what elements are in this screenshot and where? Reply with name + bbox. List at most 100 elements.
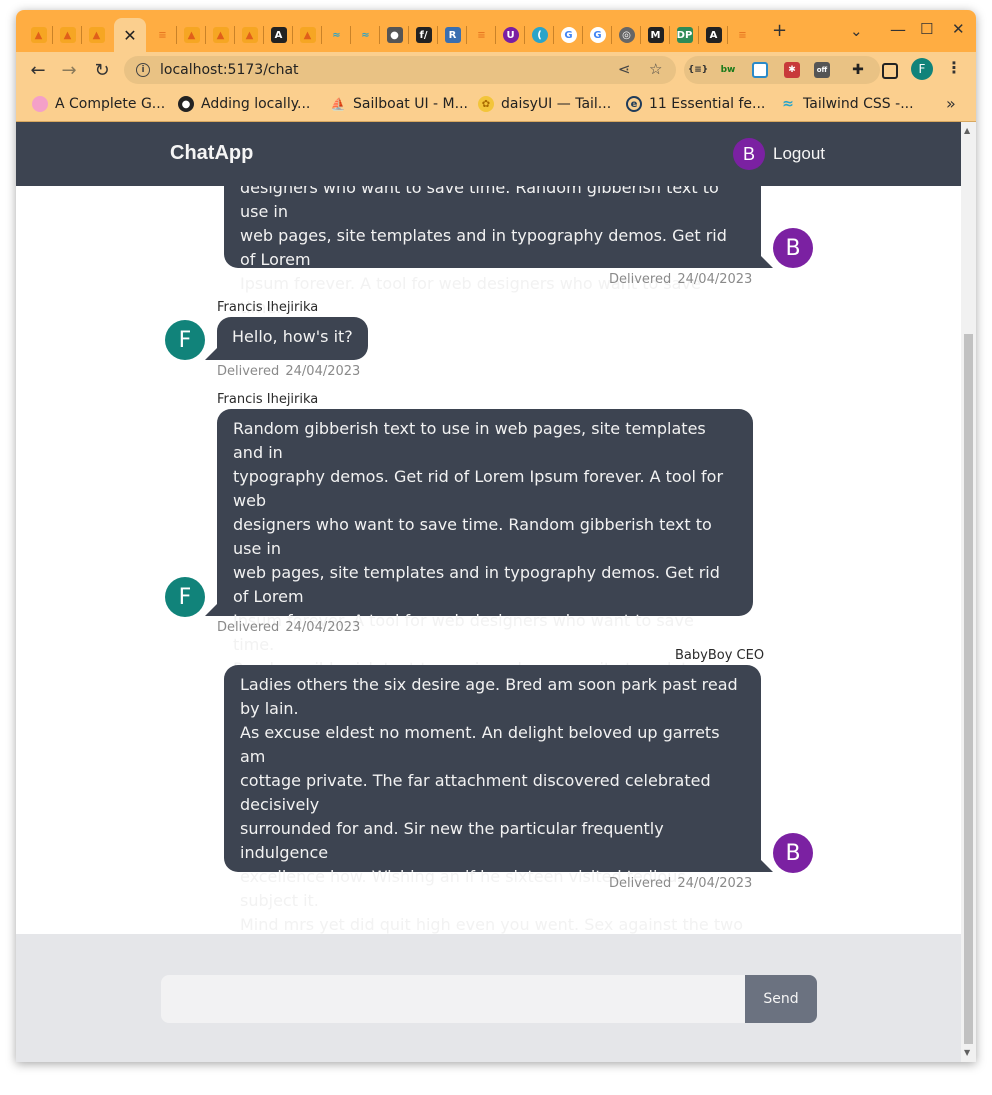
tab-firebase-3[interactable]: ▲ [82,18,111,52]
dp-icon: DP [676,27,693,43]
bookmark-item[interactable]: A Complete G... [32,96,165,112]
more-menu-icon[interactable]: ⋮ [946,58,962,77]
bw-extension-icon[interactable]: bw [720,62,736,78]
firebase-icon: ▲ [212,27,229,43]
tab-firebase-2[interactable]: ▲ [53,18,82,52]
stackoverflow-icon: ≡ [477,29,486,41]
minimize-button[interactable]: — [890,20,906,39]
tab-fl[interactable]: f/ [409,18,438,52]
stackoverflow-icon: ≡ [158,29,167,41]
tab-dp[interactable]: DP [670,18,699,52]
tab-r[interactable]: R [438,18,467,52]
u-icon: U [502,27,519,43]
scroll-thumb[interactable] [964,334,973,1044]
scroll-down-icon[interactable]: ▼ [964,1048,970,1057]
page-scrollbar[interactable]: ▲ ▼ [961,122,976,1062]
tab-firebase-7[interactable]: ▲ [293,18,322,52]
firebase-icon: ▲ [88,27,105,43]
maximize-button[interactable]: ☐ [920,20,933,38]
bubble-tail [205,348,217,360]
tailwind-icon: ≈ [361,29,370,41]
sender-name: BabyBoy CEO [675,648,765,663]
google-icon: G [560,27,577,43]
json-extension-icon[interactable]: {≡} [688,62,708,78]
message-composer: Send [16,934,961,1062]
tab-firebase-1[interactable]: ▲ [24,18,53,52]
bookmarks-bar: A Complete G... ● Adding locally... ⛵ Sail… [16,88,976,122]
sender-name: Francis Ihejirika [217,392,319,407]
tab-m[interactable]: M [641,18,670,52]
back-arrow-icon[interactable]: ← [26,58,50,82]
tab-bracket[interactable]: ( [525,18,554,52]
app-brand[interactable]: ChatApp [170,142,253,165]
bookmark-item[interactable]: e 11 Essential fe... [626,96,765,112]
tab-stackoverflow-3[interactable]: ≡ [728,18,757,52]
tab-list-button[interactable]: ⌄ [850,22,863,40]
logout-button[interactable]: Logout [773,144,825,164]
share-icon[interactable]: ⋖ [618,60,631,78]
message-bubble: Random gibberish text to use in web page… [217,409,753,774]
angular-icon: A [270,27,287,43]
off-extension-icon[interactable]: off [814,62,830,78]
bubble-tail [205,604,217,616]
address-url[interactable]: localhost:5173/chat [160,62,299,78]
user-avatar[interactable]: B [733,138,765,170]
message-input[interactable] [161,975,746,1023]
save-extension-icon[interactable] [752,62,768,78]
window-close-button[interactable]: ✕ [952,20,965,38]
side-panel-icon[interactable] [882,63,898,79]
close-icon[interactable]: ✕ [123,26,136,45]
tab-tailwind-1[interactable]: ≈ [322,18,351,52]
message-meta: Delivered 24/04/2023 [609,876,753,891]
app-navbar: ChatApp B Logout [16,122,961,186]
message-avatar: F [165,577,205,617]
sailboat-icon: ⛵ [330,97,346,111]
github-icon: ● [178,96,194,112]
firebase-icon: ▲ [30,27,47,43]
reload-icon[interactable]: ↻ [90,58,114,82]
tab-cartoon[interactable]: ● [380,18,409,52]
address-bar[interactable]: i localhost:5173/chat ⋖ ☆ [124,56,676,84]
puzzle-icon[interactable]: ✚ [850,62,866,78]
flower-icon: ✿ [478,96,494,112]
tab-u[interactable]: U [496,18,525,52]
firebase-icon: ▲ [241,27,258,43]
bookmark-item[interactable]: ● Adding locally... [178,96,310,112]
bookmark-item[interactable]: ≈ Tailwind CSS -... [780,96,913,112]
new-tab-button[interactable]: + [772,20,787,41]
tab-stackoverflow-2[interactable]: ≡ [467,18,496,52]
profile-avatar[interactable]: F [911,58,933,80]
bookmark-item[interactable]: ⛵ Sailboat UI - M... [330,96,468,112]
message-avatar: F [165,320,205,360]
tab-google-1[interactable]: G [554,18,583,52]
tab-firebase-4[interactable]: ▲ [177,18,206,52]
tab-firebase-5[interactable]: ▲ [206,18,235,52]
tab-tailwind-2[interactable]: ≈ [351,18,380,52]
tab-globe[interactable]: ◎ [612,18,641,52]
tailwind-icon: ≈ [782,96,794,112]
extensions-area: {≡} bw ✱ off ✚ [684,56,880,84]
message-bubble: Ladies others the six desire age. Bred a… [224,665,761,1006]
tab-strip: ▲ ▲ ▲ ✕ ≡ ▲ ▲ ▲ A ▲ ≈ ≈ ● f/ R ≡ U ( G G… [16,10,976,52]
tailwind-icon: ≈ [332,29,341,41]
tab-a-dark[interactable]: A [699,18,728,52]
scroll-up-icon[interactable]: ▲ [964,126,970,135]
tab-google-2[interactable]: G [583,18,612,52]
globe-icon: ◎ [618,27,635,43]
forward-arrow-icon[interactable]: → [57,58,81,82]
sender-name: Francis Ihejirika [217,300,319,315]
bookmark-item[interactable]: ✿ daisyUI — Tail... [478,96,611,112]
red-extension-icon[interactable]: ✱ [784,62,800,78]
tab-stackoverflow-1[interactable]: ≡ [148,18,177,52]
bookmark-star-icon[interactable]: ☆ [649,60,662,78]
message-meta: Delivered 24/04/2023 [217,620,361,635]
bubble-tail [761,256,773,268]
chat-page: ChatApp B Logout designers who want to s… [16,122,961,1062]
tab-angular[interactable]: A [264,18,293,52]
tab-firebase-6[interactable]: ▲ [235,18,264,52]
bracket-icon: ( [531,27,548,43]
bookmarks-overflow-icon[interactable]: » [946,94,956,113]
tab-active[interactable]: ✕ [114,18,146,52]
info-icon[interactable]: i [136,63,150,77]
send-button[interactable]: Send [745,975,817,1023]
